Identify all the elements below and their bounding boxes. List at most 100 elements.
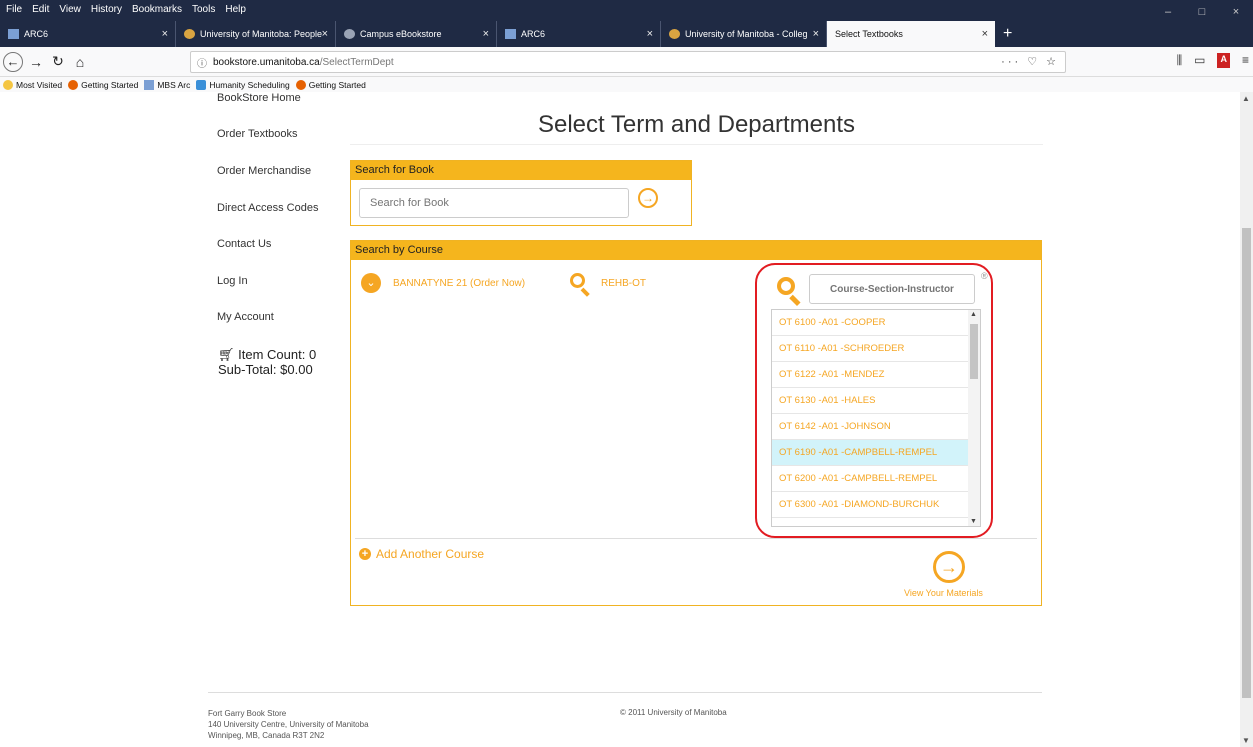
bookmark-label: Humanity Scheduling	[209, 79, 290, 90]
gear-star-icon	[3, 79, 13, 90]
menu-edit[interactable]: Edit	[27, 4, 54, 15]
site-info-icon[interactable]: ⓘ	[197, 55, 207, 70]
search-book-header: Search for Book	[351, 161, 691, 180]
reload-button[interactable]: ↻	[47, 53, 69, 70]
menu-hamburger-icon[interactable]: ≡	[1242, 53, 1249, 68]
chevron-down-circle-icon: ⌄	[361, 273, 381, 293]
department-selection[interactable]: REHB-OT	[569, 272, 646, 297]
bookmark-humanity[interactable]: Humanity Scheduling	[196, 79, 290, 90]
view-materials-arrow-icon[interactable]: →	[933, 551, 965, 583]
new-tab-button[interactable]: +	[995, 21, 1020, 47]
menu-help[interactable]: Help	[220, 4, 251, 15]
cart-summary[interactable]: 🛒︎ Item Count: 0 Sub-Total: $0.00	[218, 347, 316, 377]
tab-select-textbooks[interactable]: Select Textbooks ×	[827, 21, 995, 47]
footer-line: 140 University Centre, University of Man…	[208, 720, 369, 729]
page-actions[interactable]: ··· ♡ ☆	[1001, 55, 1059, 68]
add-another-course-link[interactable]: + Add Another Course	[359, 547, 484, 561]
nav-bookstore-home[interactable]: BookStore Home	[217, 92, 301, 104]
back-button[interactable]: ←	[3, 51, 23, 72]
nav-direct-access-codes[interactable]: Direct Access Codes	[217, 202, 318, 214]
library-icon[interactable]: ⫼	[1177, 53, 1183, 68]
tab-arc6-2[interactable]: ARC6 ×	[497, 21, 661, 47]
forward-button[interactable]: →	[25, 54, 47, 70]
title-divider	[350, 144, 1043, 145]
firefox-icon	[68, 79, 79, 90]
arc-favicon-icon	[8, 29, 19, 39]
ebookstore-favicon-icon	[344, 29, 355, 39]
window-controls: – □ ×	[1151, 0, 1253, 19]
item-count: Item Count: 0	[238, 347, 317, 362]
nav-order-textbooks[interactable]: Order Textbooks	[217, 128, 298, 140]
scroll-down-arrow-icon[interactable]: ▼	[1242, 736, 1250, 745]
close-window-button[interactable]: ×	[1219, 0, 1253, 19]
tab-campus-ebookstore[interactable]: Campus eBookstore ×	[336, 21, 497, 47]
navigation-bar: ← → ↻ ⌂ ⓘ bookstore.umanitoba.ca /Select…	[0, 47, 1253, 77]
view-materials-link[interactable]: View Your Materials	[904, 588, 983, 598]
page-scroll-thumb[interactable]	[1242, 228, 1251, 698]
firefox-icon	[295, 79, 306, 90]
search-book-go-arrow-icon[interactable]: →	[638, 188, 658, 208]
page-title: Select Term and Departments	[537, 111, 856, 138]
nav-order-merchandise[interactable]: Order Merchandise	[217, 165, 311, 177]
tab-umanitoba-people[interactable]: University of Manitoba: People ×	[176, 21, 336, 47]
tab-label: Campus eBookstore	[360, 29, 442, 39]
bookmark-mbs-arc[interactable]: MBS Arc	[144, 79, 191, 90]
nav-my-account[interactable]: My Account	[217, 311, 274, 323]
arc-favicon-icon	[505, 29, 516, 39]
cart-icon: 🛒︎	[218, 347, 235, 362]
tab-close-icon[interactable]: ×	[162, 28, 168, 40]
footer-divider	[208, 692, 1042, 693]
department-label: REHB-OT	[601, 277, 646, 289]
sidebar-icon[interactable]: ▭	[1194, 53, 1205, 68]
humanity-icon	[196, 79, 207, 90]
nav-log-in[interactable]: Log In	[217, 275, 248, 287]
url-bar[interactable]: ⓘ bookstore.umanitoba.ca /SelectTermDept…	[190, 51, 1066, 73]
tab-bar: ARC6 × University of Manitoba: People × …	[0, 19, 1253, 47]
bookmark-label: MBS Arc	[157, 79, 191, 90]
minimize-button[interactable]: –	[1151, 0, 1185, 19]
tab-close-icon[interactable]: ×	[322, 28, 328, 40]
add-course-label: Add Another Course	[376, 547, 485, 561]
home-button[interactable]: ⌂	[69, 54, 91, 70]
panel-divider	[355, 538, 1037, 539]
subtotal: Sub-Total: $0.00	[218, 362, 313, 377]
tab-label: Select Textbooks	[835, 29, 903, 39]
search-book-panel: Search for Book →	[350, 160, 692, 226]
bookmark-label: Getting Started	[81, 79, 139, 90]
tab-label: ARC6	[24, 29, 49, 39]
maximize-button[interactable]: □	[1185, 0, 1219, 19]
tab-arc6-1[interactable]: ARC6 ×	[0, 21, 176, 47]
tab-close-icon[interactable]: ×	[483, 28, 489, 40]
nav-contact-us[interactable]: Contact Us	[217, 238, 271, 250]
tab-umanitoba-college[interactable]: University of Manitoba - Colleg ×	[661, 21, 827, 47]
bookmark-getting-started-1[interactable]: Getting Started	[68, 79, 139, 90]
mbs-arc-icon	[144, 79, 155, 90]
bookmarks-bar: Most Visited Getting Started MBS Arc Hum…	[0, 77, 1253, 92]
tab-label: University of Manitoba - Colleg	[685, 29, 808, 39]
bookmark-getting-started-2[interactable]: Getting Started	[295, 79, 366, 90]
menu-history[interactable]: History	[86, 4, 127, 15]
bookmark-label: Getting Started	[308, 79, 366, 90]
menu-bookmarks[interactable]: Bookmarks	[127, 4, 187, 15]
tab-close-icon[interactable]: ×	[813, 28, 819, 40]
footer-address: Fort Garry Book Store 140 University Cen…	[208, 708, 369, 741]
tab-close-icon[interactable]: ×	[982, 28, 988, 40]
annotation-highlight-ring	[755, 263, 993, 538]
bookmark-most-visited[interactable]: Most Visited	[3, 79, 62, 90]
term-selection[interactable]: ⌄ BANNATYNE 21 (Order Now)	[361, 273, 525, 293]
umanitoba-favicon-icon	[669, 29, 680, 39]
page-content: BookStore Home Order Textbooks Order Mer…	[0, 92, 1253, 747]
pdf-icon[interactable]: A	[1217, 53, 1230, 68]
url-path: /SelectTermDept	[319, 56, 394, 68]
scroll-up-arrow-icon[interactable]: ▲	[1242, 94, 1250, 103]
term-label: BANNATYNE 21 (Order Now)	[393, 277, 526, 289]
page-scrollbar[interactable]: ▲ ▼	[1240, 92, 1253, 747]
menu-view[interactable]: View	[54, 4, 86, 15]
menu-tools[interactable]: Tools	[187, 4, 220, 15]
search-course-header: Search by Course	[351, 241, 1041, 260]
menu-file[interactable]: File	[0, 4, 27, 15]
search-book-input[interactable]	[359, 188, 629, 218]
tab-label: ARC6	[521, 29, 546, 39]
search-icon	[569, 272, 591, 297]
tab-close-icon[interactable]: ×	[647, 28, 653, 40]
